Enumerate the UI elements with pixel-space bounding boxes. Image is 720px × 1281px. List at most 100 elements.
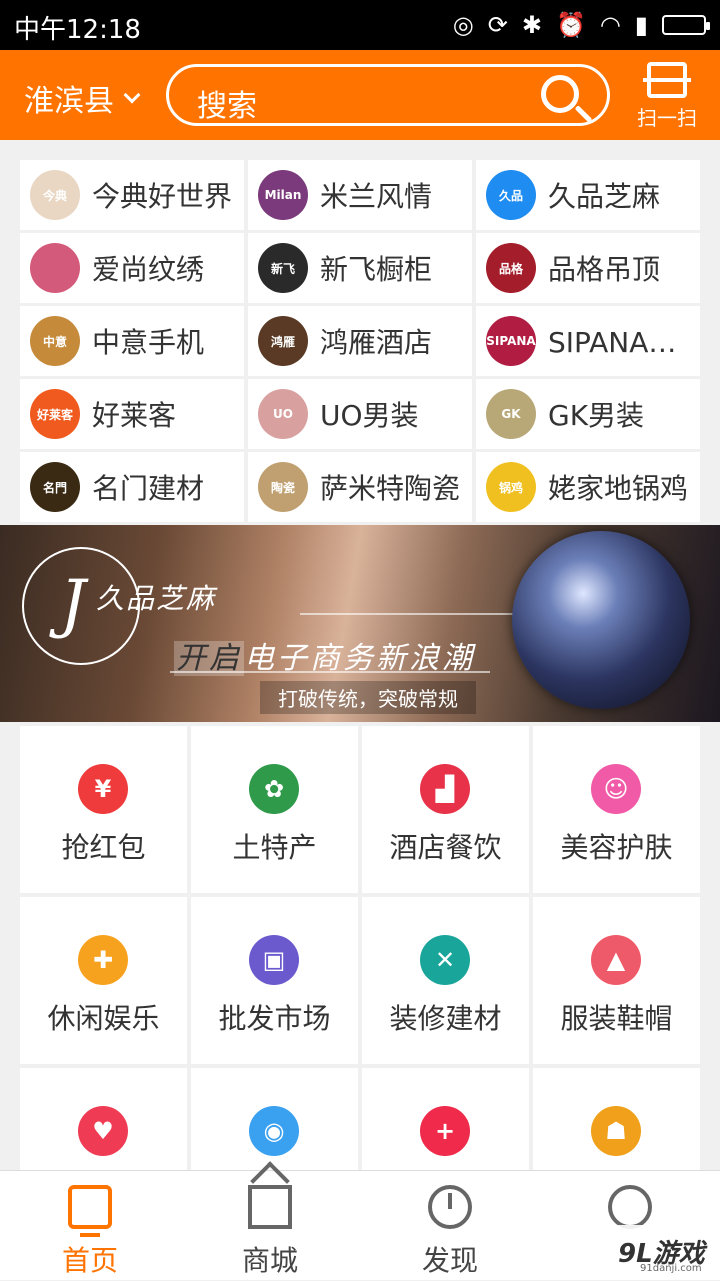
category-label: 抢红包 [61,831,146,864]
category-item[interactable]: ☺ 美容护肤 [533,726,700,893]
banner-subline: 打破传统，突破常规 [260,681,476,714]
brand-item[interactable]: 今典 今典好世界 [20,160,244,230]
category-item[interactable]: ▲ 服装鞋帽 [533,897,700,1064]
brand-logo: 鸿雁 [258,316,308,366]
tab-home[interactable]: 首页 [0,1171,180,1281]
brand-item[interactable]: 鸿雁 鸿雁酒店 [248,306,472,376]
brand-logo: UO [258,389,308,439]
status-bar: 中午12:18 ◎ ⟳ ✱ ⏰ ◠ ▮ [0,0,720,50]
home-icon [68,1185,112,1237]
promo-banner[interactable]: J 久品芝麻 开启电子商务新浪潮 打破传统，突破常规 [0,525,720,722]
category-label: 酒店餐饮 [389,831,502,864]
brand-name: 新飞橱柜 [320,253,433,286]
tab-discover[interactable]: 发现 [360,1171,540,1281]
top-bar: 淮滨县 搜索 扫一扫 [0,50,720,140]
brand-item[interactable]: UO UO男装 [248,379,472,449]
brand-logo [30,243,80,293]
woman-icon: ☺ [591,764,641,814]
brand-grid: 今典 今典好世界 Milan 米兰风情 久品 久品芝麻爱尚纹绣 新飞 新飞橱柜 品格 品格吊顶中意… [20,160,700,522]
shop-icon [248,1185,292,1229]
jacket-icon: ▲ [591,935,641,985]
tab-label: 首页 [61,1244,118,1277]
user-icon [608,1185,652,1229]
category-label: 土特产 [232,831,317,864]
brand-item[interactable]: 爱尚纹绣 [20,233,244,303]
banner-brand-name: 久品芝麻 [96,582,217,615]
discover-icon [428,1185,472,1229]
brand-logo: Milan [258,170,308,220]
tools-icon: ✕ [420,935,470,985]
brand-item[interactable]: 陶瓷 萨米特陶瓷 [248,452,472,522]
brand-item[interactable]: 品格 品格吊顶 [476,233,700,303]
brand-logo: GK [486,389,536,439]
brand-name: 久品芝麻 [548,180,661,213]
brand-item[interactable]: 久品 久品芝麻 [476,160,700,230]
brand-name: 中意手机 [92,326,205,359]
category-item[interactable]: ▟ 酒店餐饮 [362,726,529,893]
banner-divider [170,671,490,673]
category-item[interactable]: ¥ 抢红包 [20,726,187,893]
tab-label: 商城 [241,1244,298,1277]
brand-name: GK男装 [548,399,645,432]
location-selector[interactable]: 淮滨县 [24,76,141,120]
brand-name: SIPANA酒… [548,326,698,359]
sync-icon: ⟳ [487,11,508,39]
brand-item[interactable]: 锅鸡 姥家地锅鸡 [476,452,700,522]
brand-logo: 锅鸡 [486,462,536,512]
brand-name: 品格吊顶 [548,253,661,286]
tab-label: 发现 [421,1244,478,1277]
medical-kit-icon: + [420,1106,470,1156]
brand-item[interactable]: 好莱客 好莱客 [20,379,244,449]
category-item[interactable]: ✕ 装修建材 [362,897,529,1064]
watermark-subtext: 91danji.com [640,1263,702,1274]
brand-logo: 今典 [30,170,80,220]
brand-item[interactable]: 中意 中意手机 [20,306,244,376]
category-label: 批发市场 [218,1002,331,1035]
brand-item[interactable]: Milan 米兰风情 [248,160,472,230]
category-grid: ¥ 抢红包 ✿ 土特产 ▟ 酒店餐饮 ☺ 美容护肤 ✚ 休闲娱乐 ▣ 批发市场 ✕ 装修建材 ▲ 服装鞋帽 ♥ ◉… [20,726,700,1235]
banner-globe-image [512,531,690,709]
brand-name: 名门建材 [92,472,205,505]
brand-name: UO男装 [320,399,419,432]
gamepad-icon: ✚ [78,935,128,985]
brand-item[interactable]: 新飞 新飞橱柜 [248,233,472,303]
signal-icon: ▮ [634,11,648,39]
brand-logo: 好莱客 [30,389,80,439]
status-time: 中午12:18 [14,15,141,45]
factory-icon: ▟ [420,764,470,814]
brand-name: 爱尚纹绣 [92,253,205,286]
tab-shop[interactable]: 商城 [180,1171,360,1281]
shopping-bag-icon: ▣ [249,935,299,985]
brand-name: 米兰风情 [320,180,433,213]
brand-item[interactable]: 名門 名门建材 [20,452,244,522]
search-input[interactable]: 搜索 [166,64,610,126]
chevron-down-icon [123,86,141,104]
brand-item[interactable]: GK GK男装 [476,379,700,449]
category-label: 休闲娱乐 [47,1002,160,1035]
brand-logo: 品格 [486,243,536,293]
brand-item[interactable]: SIPANA SIPANA酒… [476,306,700,376]
scan-button[interactable]: 扫一扫 [632,62,702,131]
brand-name: 鸿雁酒店 [320,326,433,359]
search-placeholder: 搜索 [197,89,257,124]
brand-logo: 中意 [30,316,80,366]
brand-name: 好莱客 [92,399,177,432]
brand-logo: SIPANA [486,316,536,366]
category-item[interactable]: ▣ 批发市场 [191,897,358,1064]
location-label: 淮滨县 [24,84,114,119]
red-envelope-icon: ¥ [78,764,128,814]
category-item[interactable]: ✿ 土特产 [191,726,358,893]
brand-logo: 陶瓷 [258,462,308,512]
heart-icon: ♥ [78,1106,128,1156]
search-icon[interactable] [541,75,579,113]
category-item[interactable]: ✚ 休闲娱乐 [20,897,187,1064]
watermark-logo: 9L游戏 91danji.com [540,1225,720,1280]
category-label: 装修建材 [389,1002,502,1035]
wifi-icon: ◠ [599,11,621,39]
brand-name: 姥家地锅鸡 [548,472,689,505]
scan-icon [643,62,691,98]
brand-logo: 名門 [30,462,80,512]
bluetooth-icon: ✱ [521,11,542,39]
brand-name: 今典好世界 [92,180,233,213]
car-icon: ◉ [249,1106,299,1156]
